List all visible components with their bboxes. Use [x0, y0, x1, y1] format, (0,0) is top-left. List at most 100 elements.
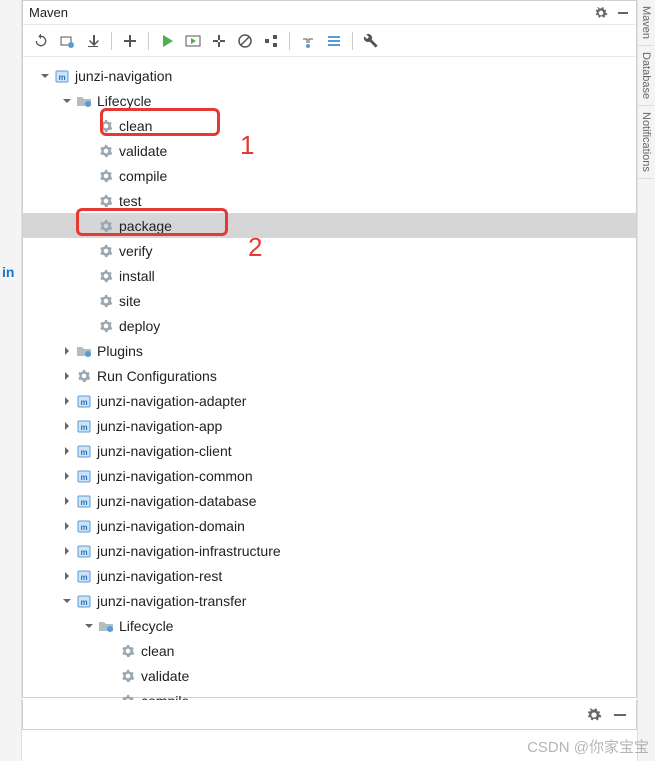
svg-text:m: m	[80, 448, 87, 457]
expander-icon[interactable]	[59, 443, 75, 459]
expander-icon[interactable]	[59, 593, 75, 609]
goal-package[interactable]: package	[23, 213, 636, 238]
module-rest[interactable]: mjunzi-navigation-rest	[23, 563, 636, 588]
right-toolwindow-strip[interactable]: Maven Database Notifications	[637, 0, 655, 761]
module-client[interactable]: mjunzi-navigation-client	[23, 438, 636, 463]
project-tree[interactable]: m junzi-navigation Lifecycle clean validate c…	[23, 57, 636, 719]
maven-icon: m	[75, 492, 93, 510]
left-gutter-marker: in	[2, 264, 14, 280]
expander-icon[interactable]	[59, 543, 75, 559]
expander-icon[interactable]	[59, 568, 75, 584]
svg-text:m: m	[58, 73, 65, 82]
maven-icon: m	[75, 517, 93, 535]
module-common[interactable]: mjunzi-navigation-common	[23, 463, 636, 488]
maven-icon: m	[53, 67, 71, 85]
plugins-folder[interactable]: Plugins	[23, 338, 636, 363]
tree-item-label: junzi-navigation-infrastructure	[97, 543, 281, 559]
right-tab-notifications[interactable]: Notifications	[638, 106, 654, 179]
tree-item-label: verify	[119, 243, 152, 259]
module-database[interactable]: mjunzi-navigation-database	[23, 488, 636, 513]
footer-settings-icon[interactable]	[586, 707, 602, 723]
folder-icon	[75, 342, 93, 360]
tree-item-label: test	[119, 193, 142, 209]
module-app[interactable]: mjunzi-navigation-app	[23, 413, 636, 438]
tree-item-label: deploy	[119, 318, 160, 334]
panel-header: Maven	[23, 1, 636, 25]
expander-icon[interactable]	[59, 518, 75, 534]
expander-icon[interactable]	[59, 368, 75, 384]
tree-item-label: package	[119, 218, 172, 234]
expander-icon[interactable]	[59, 468, 75, 484]
watermark: CSDN @你家宝宝	[527, 736, 649, 757]
svg-text:m: m	[80, 498, 87, 507]
expander-icon[interactable]	[37, 68, 53, 84]
lifecycle-folder-2[interactable]: Lifecycle	[23, 613, 636, 638]
module-adapter[interactable]: mjunzi-navigation-adapter	[23, 388, 636, 413]
collapse-all-button[interactable]	[296, 29, 320, 53]
gear-icon	[97, 267, 115, 285]
toggle-offline-button[interactable]	[207, 29, 231, 53]
gear-icon	[97, 292, 115, 310]
show-dependencies-button[interactable]	[259, 29, 283, 53]
module-transfer[interactable]: mjunzi-navigation-transfer	[23, 588, 636, 613]
panel-title: Maven	[29, 5, 594, 20]
tree-item-label: Lifecycle	[97, 93, 151, 109]
gear-icon	[97, 192, 115, 210]
download-sources-button[interactable]	[81, 29, 105, 53]
tree-item-label: junzi-navigation	[75, 68, 172, 84]
gear-icon	[119, 667, 137, 685]
tree-item-label: Lifecycle	[119, 618, 173, 634]
execute-goal-button[interactable]	[181, 29, 205, 53]
tree-item-label: validate	[119, 143, 167, 159]
goal-clean[interactable]: clean	[23, 113, 636, 138]
expander-icon[interactable]	[81, 618, 97, 634]
tree-item-label: validate	[141, 668, 189, 684]
tree-item-label: junzi-navigation-common	[97, 468, 253, 484]
show-settings-button[interactable]	[322, 29, 346, 53]
expander-icon[interactable]	[59, 393, 75, 409]
svg-text:m: m	[80, 573, 87, 582]
goal-validate[interactable]: validate	[23, 138, 636, 163]
run-button[interactable]	[155, 29, 179, 53]
maven-icon: m	[75, 567, 93, 585]
gear-icon	[75, 367, 93, 385]
tree-item-label: compile	[119, 168, 167, 184]
tree-item-label: junzi-navigation-app	[97, 418, 222, 434]
goal-test[interactable]: test	[23, 188, 636, 213]
expander-icon[interactable]	[59, 418, 75, 434]
skip-tests-button[interactable]	[233, 29, 257, 53]
wrench-button[interactable]	[359, 29, 383, 53]
goal-site[interactable]: site	[23, 288, 636, 313]
footer-minimize-icon[interactable]	[612, 708, 628, 722]
expander-icon[interactable]	[59, 93, 75, 109]
minimize-icon[interactable]	[616, 6, 630, 20]
lifecycle-folder[interactable]: Lifecycle	[23, 88, 636, 113]
reload-button[interactable]	[29, 29, 53, 53]
module-domain[interactable]: m junzi-navigation-domain	[23, 513, 636, 538]
module-infrastructure[interactable]: m junzi-navigation-infrastructure	[23, 538, 636, 563]
goal-verify[interactable]: verify	[23, 238, 636, 263]
gear-icon	[97, 117, 115, 135]
settings-icon[interactable]	[594, 6, 608, 20]
add-project-button[interactable]	[118, 29, 142, 53]
goal-deploy[interactable]: deploy	[23, 313, 636, 338]
run-configurations[interactable]: Run Configurations	[23, 363, 636, 388]
right-tab-maven[interactable]: Maven	[638, 0, 654, 46]
goal-install[interactable]: install	[23, 263, 636, 288]
svg-text:m: m	[80, 398, 87, 407]
tree-item-label: junzi-navigation-domain	[97, 518, 245, 534]
right-tab-database[interactable]: Database	[638, 46, 654, 106]
generate-sources-button[interactable]	[55, 29, 79, 53]
goal-validate-2[interactable]: validate	[23, 663, 636, 688]
svg-text:m: m	[80, 523, 87, 532]
tree-item-label: install	[119, 268, 155, 284]
svg-text:m: m	[80, 598, 87, 607]
expander-icon[interactable]	[59, 343, 75, 359]
svg-text:m: m	[80, 548, 87, 557]
maven-icon: m	[75, 542, 93, 560]
project-junzi-navigation[interactable]: m junzi-navigation	[23, 63, 636, 88]
goal-compile[interactable]: compile	[23, 163, 636, 188]
gear-icon	[97, 217, 115, 235]
goal-clean-2[interactable]: clean	[23, 638, 636, 663]
expander-icon[interactable]	[59, 493, 75, 509]
